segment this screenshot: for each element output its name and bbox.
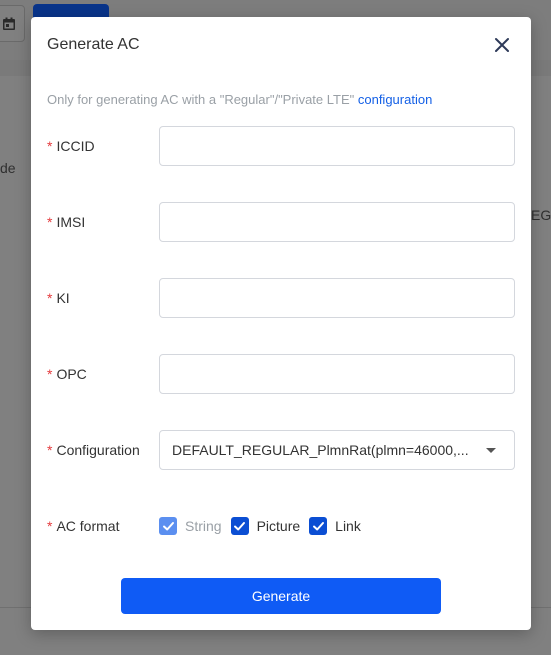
iccid-row: * ICCID [47,126,515,166]
notice-text: Only for generating AC with a "Regular"/… [47,92,358,107]
required-mark: * [47,366,53,382]
check-icon [162,521,174,530]
checkbox-box[interactable] [309,517,328,535]
required-mark: * [47,138,53,154]
checkbox-string-label: String [185,518,222,534]
configuration-link[interactable]: configuration [358,92,432,107]
ki-label-text: KI [56,290,70,306]
required-mark: * [47,214,53,230]
configuration-row: * Configuration DEFAULT_REGULAR_PlmnRat(p… [47,430,515,470]
configuration-label-text: Configuration [56,442,140,458]
checkbox-box[interactable] [159,517,177,535]
ki-input[interactable] [159,278,515,318]
ac-format-options: String Picture Link [159,506,370,546]
generate-button[interactable]: Generate [121,578,441,614]
close-button[interactable] [490,33,514,57]
configuration-selected-value: DEFAULT_REGULAR_PlmnRat(plmn=46000,... [172,442,469,458]
ac-format-label: * AC format [47,506,119,546]
generate-ac-dialog: Generate AC Only for generating AC with … [31,17,531,630]
required-mark: * [47,518,53,534]
dialog-title: Generate AC [47,36,140,53]
checkbox-link-label: Link [335,518,361,534]
checkbox-picture-label: Picture [256,518,301,534]
close-icon [495,38,509,52]
iccid-label: * ICCID [47,126,95,166]
imsi-label: * IMSI [47,202,85,242]
ac-format-row: * AC format String Picture Link [47,506,515,546]
configuration-label: * Configuration [47,430,140,470]
imsi-row: * IMSI [47,202,515,242]
checkbox-string[interactable]: String [159,517,222,535]
imsi-label-text: IMSI [56,214,86,230]
ac-format-label-text: AC format [56,518,120,534]
dialog-notice: Only for generating AC with a "Regular"/… [47,92,432,107]
check-icon [234,521,246,530]
chevron-down-icon [486,447,496,453]
calendar-icon [0,5,25,42]
iccid-input[interactable] [159,126,515,166]
background-cell-text: EG [531,207,551,223]
imsi-input[interactable] [159,202,515,242]
checkbox-box[interactable] [230,517,249,535]
ki-row: * KI [47,278,515,318]
configuration-select[interactable]: DEFAULT_REGULAR_PlmnRat(plmn=46000,... [159,430,515,470]
checkbox-link[interactable]: Link [309,517,361,535]
ki-label: * KI [47,278,70,318]
opc-label: * OPC [47,354,87,394]
check-icon [312,521,324,530]
opc-row: * OPC [47,354,515,394]
opc-label-text: OPC [56,366,87,382]
checkbox-picture[interactable]: Picture [230,517,301,535]
iccid-label-text: ICCID [56,138,95,154]
opc-input[interactable] [159,354,515,394]
background-cell-text: de [0,160,16,176]
calendar-icon-graphic [2,17,15,30]
required-mark: * [47,290,53,306]
required-mark: * [47,442,53,458]
